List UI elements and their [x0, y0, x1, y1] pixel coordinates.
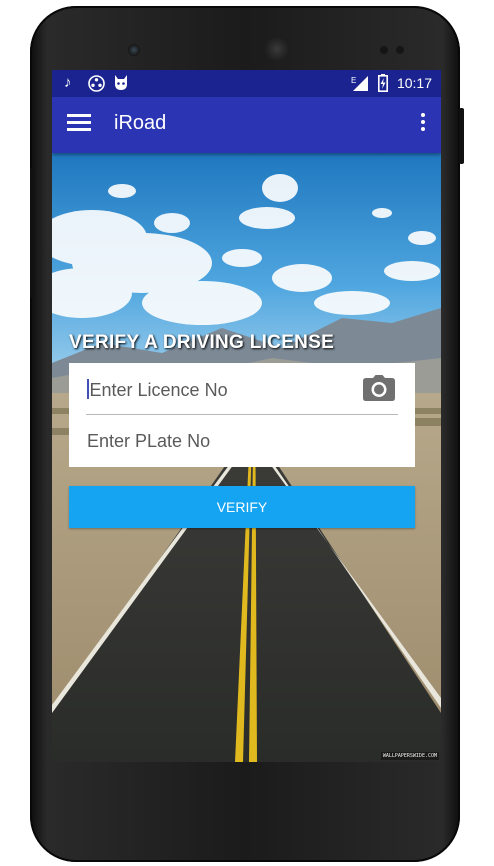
camera-icon[interactable] [363, 375, 395, 401]
image-watermark: WALLPAPERSWIDE.COM [380, 752, 439, 760]
text-cursor [87, 379, 89, 399]
media-reel-icon [88, 75, 105, 92]
signal-icon [353, 76, 368, 91]
app-title: iRoad [114, 112, 167, 134]
overflow-menu-icon[interactable] [419, 113, 427, 137]
verify-form: Enter Licence No Enter PLate No [69, 363, 415, 467]
cat-robot-icon [115, 75, 127, 90]
plate-number-input[interactable]: Enter PLate No [87, 431, 357, 452]
screen: ♪ E 10:17 iRoad VERIFY A DRIVING LICENSE… [52, 70, 441, 762]
music-note-icon: ♪ [64, 74, 72, 91]
status-time: 10:17 [396, 75, 432, 91]
hamburger-menu-icon[interactable] [67, 114, 91, 136]
light-sensor [396, 46, 404, 54]
app-bar: iRoad [52, 97, 441, 153]
proximity-sensor [380, 46, 388, 54]
status-bar: ♪ E 10:17 [52, 70, 441, 97]
licence-placeholder: Enter Licence No [89, 380, 228, 400]
licence-number-input[interactable]: Enter Licence No [87, 379, 357, 401]
page-heading: VERIFY A DRIVING LICENSE [69, 332, 335, 353]
earpiece-speaker [264, 36, 290, 62]
battery-charging-icon [378, 74, 388, 92]
field-divider [86, 414, 398, 415]
volume-button [30, 168, 34, 298]
front-camera [128, 44, 140, 56]
main-content: VERIFY A DRIVING LICENSE Enter Licence N… [52, 153, 441, 762]
verify-button[interactable]: VERIFY [69, 486, 415, 528]
power-button [459, 108, 464, 164]
